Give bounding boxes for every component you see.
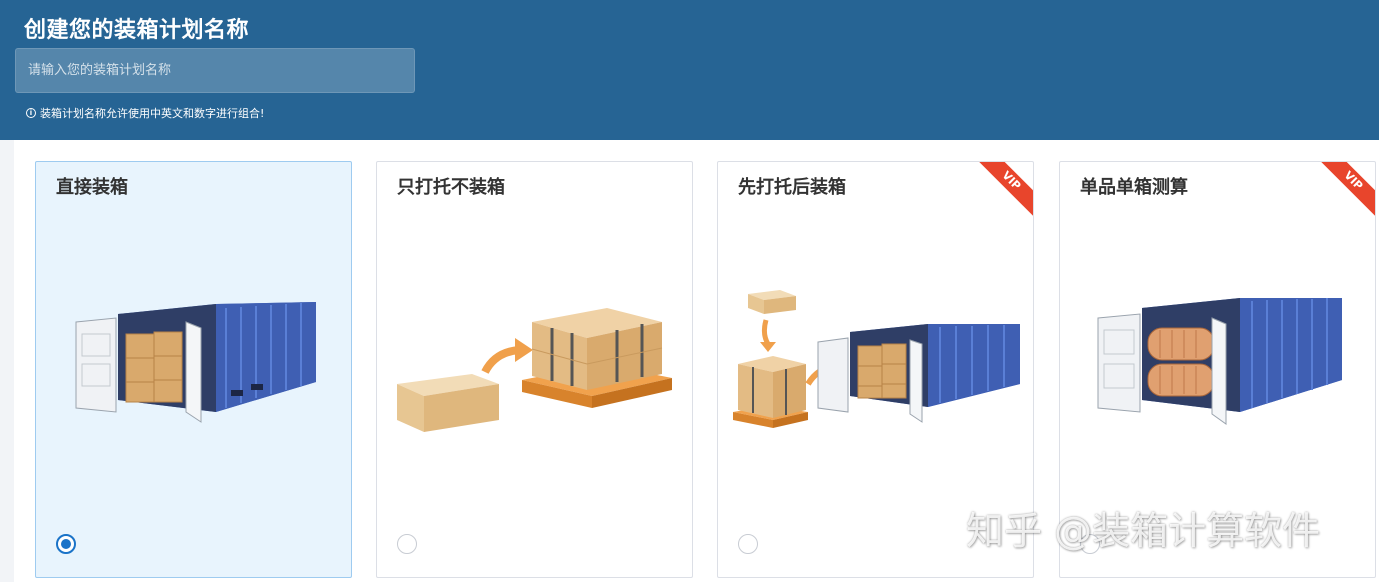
option-card-single-item[interactable]: VIP 单品单箱测算 [1059, 161, 1376, 578]
option-radio-direct[interactable] [56, 534, 76, 554]
option-card-pallet-then-container[interactable]: VIP 先打托后装箱 [717, 161, 1034, 578]
vip-badge: VIP [976, 162, 1033, 216]
box-to-pallet-illustration [397, 308, 672, 432]
header-bar: 创建您的装箱计划名称 i 装箱计划名称允许使用中英文和数字进行组合! [0, 0, 1379, 140]
option-card-direct[interactable]: 直接装箱 [35, 161, 352, 578]
info-icon: i [26, 108, 36, 118]
card-title: 单品单箱测算 [1080, 177, 1188, 198]
option-radio-single-item[interactable] [1080, 534, 1100, 554]
option-radio-pallet-only[interactable] [397, 534, 417, 554]
pallet-to-container-illustration [733, 290, 1020, 428]
container-with-boxes-illustration [75, 302, 316, 423]
option-card-pallet-only[interactable]: 只打托不装箱 [376, 161, 693, 578]
plan-name-input[interactable] [15, 48, 415, 93]
page-title: 创建您的装箱计划名称 [24, 18, 250, 43]
option-radio-pallet-then-container[interactable] [738, 534, 758, 554]
card-title: 只打托不装箱 [397, 177, 505, 198]
container-with-rolls-illustration [1097, 298, 1342, 425]
card-title: 直接装箱 [56, 177, 128, 198]
hint-text: i 装箱计划名称允许使用中英文和数字进行组合! [26, 105, 264, 121]
card-title: 先打托后装箱 [738, 177, 846, 198]
vip-badge: VIP [1318, 162, 1375, 216]
hint-label: 装箱计划名称允许使用中英文和数字进行组合! [40, 107, 265, 120]
